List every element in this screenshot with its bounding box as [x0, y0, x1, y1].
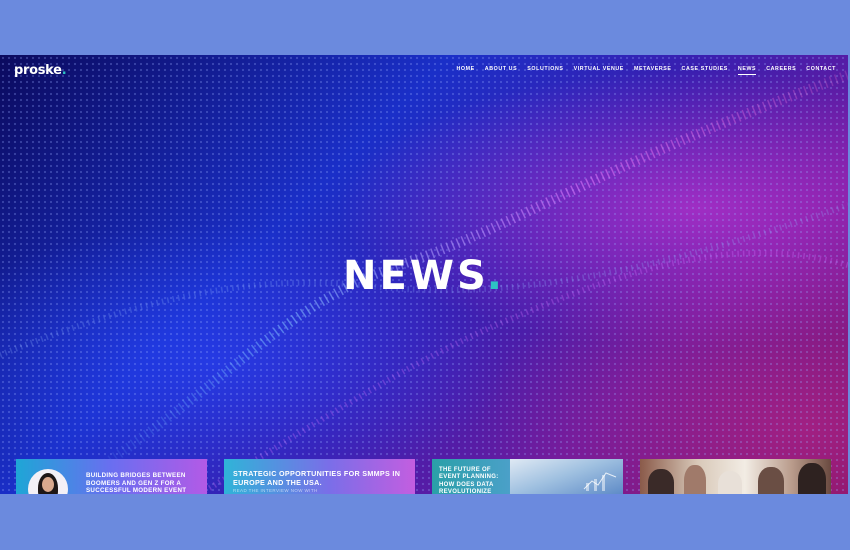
nav-item-careers[interactable]: CAREERS [766, 66, 796, 75]
logo-dot: . [61, 62, 67, 78]
nav-item-contact[interactable]: CONTACT [806, 66, 836, 75]
top-navigation: proske. HOME ABOUT US SOLUTIONS VIRTUAL … [0, 55, 848, 85]
news-cards: BUILDING BRIDGES BETWEEN BOOMERS AND GEN… [16, 459, 832, 494]
main-menu: HOME ABOUT US SOLUTIONS VIRTUAL VENUE ME… [456, 66, 836, 75]
nav-item-about-us[interactable]: ABOUT US [485, 66, 517, 75]
nav-item-news[interactable]: NEWS [737, 66, 757, 75]
chart-overlay-icon [583, 472, 617, 491]
avatar-face [42, 477, 54, 492]
news-card-subtitle: READ THE INTERVIEW NOW WITH [233, 488, 318, 493]
nav-item-virtual-venue[interactable]: VIRTUAL VENUE [574, 66, 624, 75]
person-silhouette [648, 469, 674, 494]
news-card-title: STRATEGIC OPPORTUNITIES FOR SMMPS IN EUR… [233, 469, 401, 487]
person-silhouette [798, 463, 826, 494]
person-silhouette [718, 471, 742, 494]
title-dot: . [486, 253, 505, 299]
portrait-photo [28, 469, 68, 494]
page-title-text: NEWS [343, 253, 489, 299]
news-card-title: THE FUTURE OF EVENT PLANNING: HOW DOES D… [439, 467, 499, 494]
nav-item-home[interactable]: HOME [456, 66, 474, 75]
person-silhouette [684, 465, 706, 494]
person-silhouette [758, 467, 784, 494]
logo-text: proske [14, 62, 62, 78]
nav-item-solutions[interactable]: SOLUTIONS [527, 66, 563, 75]
nav-item-case-studies[interactable]: CASE STUDIES [682, 66, 728, 75]
site-logo[interactable]: proske. [14, 62, 67, 78]
news-card[interactable]: STRATEGIC OPPORTUNITIES FOR SMMPS IN EUR… [224, 459, 415, 494]
nav-item-metaverse[interactable]: METAVERSE [634, 66, 672, 75]
website-screen: proske. HOME ABOUT US SOLUTIONS VIRTUAL … [0, 55, 848, 494]
news-card[interactable] [640, 459, 831, 494]
page-title: NEWS. [0, 253, 848, 299]
news-card-title: BUILDING BRIDGES BETWEEN BOOMERS AND GEN… [86, 472, 187, 494]
card-photo [640, 459, 831, 494]
news-card[interactable]: THE FUTURE OF EVENT PLANNING: HOW DOES D… [432, 459, 623, 494]
news-card[interactable]: BUILDING BRIDGES BETWEEN BOOMERS AND GEN… [16, 459, 207, 494]
